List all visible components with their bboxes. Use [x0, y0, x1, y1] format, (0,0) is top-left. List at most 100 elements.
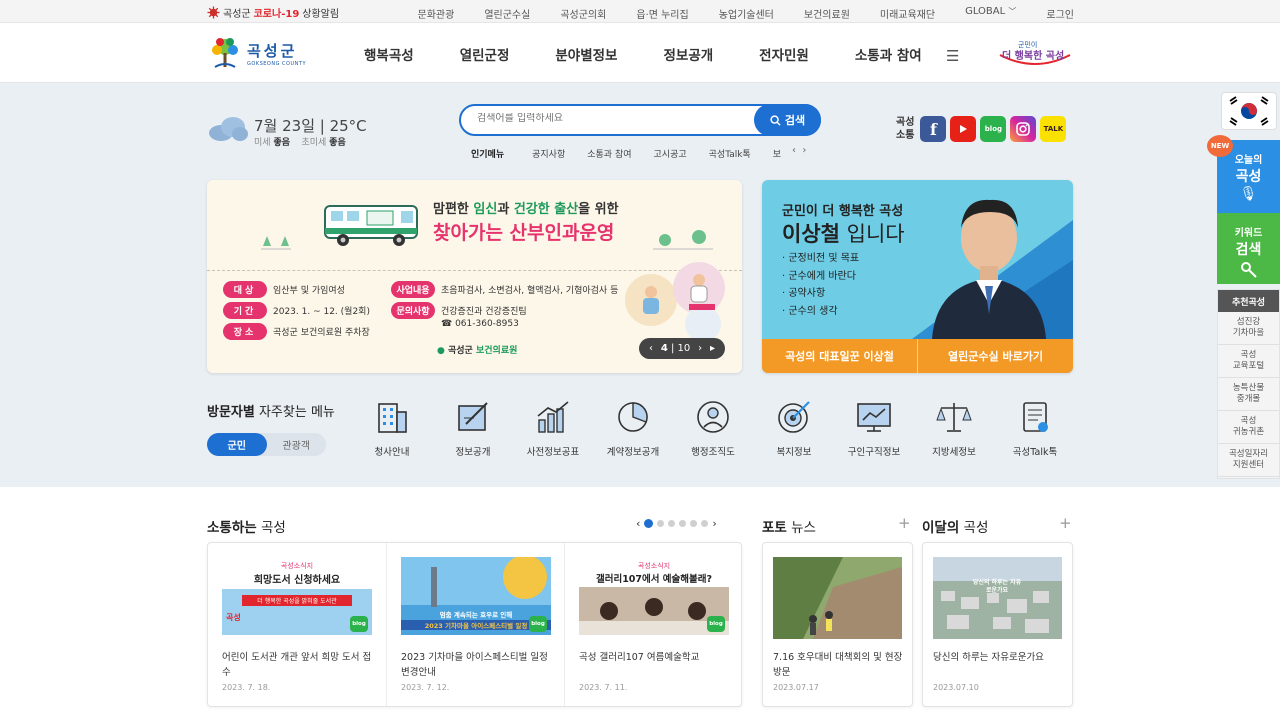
- kakaotalk-icon[interactable]: TALK: [1040, 116, 1067, 142]
- menu-local-tax[interactable]: 지방세정보: [914, 400, 994, 458]
- covid-notice-link[interactable]: 곡성군 코로나-19 상황알림: [207, 5, 339, 20]
- menu-info-open[interactable]: 정보공개: [433, 400, 513, 458]
- search-button[interactable]: 검색: [754, 104, 821, 136]
- menu-jobs[interactable]: 구인구직정보: [834, 400, 914, 458]
- toplink-global[interactable]: GLOBAL ﹀: [965, 6, 1016, 21]
- menu-pre-disclosure[interactable]: 사전정보공표: [513, 400, 593, 458]
- toggle-tourist[interactable]: 관광객: [267, 433, 327, 456]
- card-thumbnail: 곡성소식지 희망도서 신청하세요 더 행복한 곡성을 밝혀줄 도서관 곡성 bl…: [222, 557, 372, 635]
- month-thumbnail: 당신의 하루는 자유로운가요: [933, 557, 1062, 639]
- youtube-icon[interactable]: [950, 116, 977, 142]
- chevron-left-icon[interactable]: ‹: [792, 145, 796, 156]
- toplink-towns[interactable]: 읍·면 누리집: [636, 6, 688, 21]
- today-line2: 곡성: [1235, 169, 1262, 185]
- chevron-right-icon[interactable]: ›: [802, 145, 806, 156]
- chevron-right-icon[interactable]: ›: [712, 517, 716, 530]
- photo-news-card[interactable]: 7.16 호우대비 대책회의 및 현장 방문 2023.07.17: [762, 542, 913, 707]
- mayor-card: 군민이 더 행복한 곡성 이상철 입니다 · 군정비전 및 목표 · 군수에게 …: [762, 180, 1073, 373]
- dot[interactable]: [668, 520, 676, 527]
- recommended-item[interactable]: 곡성 교육포털: [1218, 345, 1279, 378]
- popular-item[interactable]: 보: [773, 147, 783, 160]
- popular-item[interactable]: 소통과 참여: [587, 147, 631, 160]
- toplink-mayor[interactable]: 열린군수실: [484, 6, 530, 21]
- menu-label: 지방세정보: [932, 447, 976, 458]
- next-icon[interactable]: ›: [698, 343, 702, 354]
- mayor-link[interactable]: · 군정비전 및 목표: [782, 250, 859, 268]
- dot[interactable]: [657, 520, 665, 527]
- row-label: 장소: [223, 323, 267, 340]
- toplink-edu[interactable]: 미래교육재단: [880, 6, 935, 21]
- news-card[interactable]: 곡성소식지 희망도서 신청하세요 더 행복한 곡성을 밝혀줄 도서관 곡성 bl…: [208, 543, 386, 708]
- search-input[interactable]: [477, 113, 747, 124]
- recommended-item[interactable]: 농특산물 중개몰: [1218, 378, 1279, 411]
- instagram-icon[interactable]: [1010, 116, 1037, 142]
- facebook-icon[interactable]: f: [920, 116, 947, 142]
- menu-office-guide[interactable]: 청사안내: [352, 400, 432, 458]
- mayor-profile-button[interactable]: 곡성의 대표일꾼 이상철: [762, 339, 918, 373]
- mayor-link[interactable]: · 공약사항: [782, 285, 859, 303]
- blog-icon[interactable]: blog: [980, 116, 1007, 142]
- tree-logo-icon: [212, 38, 238, 68]
- toplink-culture[interactable]: 문화관광: [418, 6, 455, 21]
- top-links: 문화관광 열린군수실 곡성군의회 읍·면 누리집 농업기술센터 보건의료원 미래…: [418, 6, 1074, 21]
- weather-date: 7월 23일: [254, 117, 315, 135]
- nav-comm[interactable]: 소통과 참여: [855, 44, 922, 64]
- dot[interactable]: [644, 519, 654, 528]
- dot[interactable]: [690, 520, 698, 527]
- menu-talk[interactable]: 곡성Talk톡: [995, 400, 1075, 458]
- news-card[interactable]: 멈춤 계속되는 호우로 인해 2023 기차마을 아이스페스티벌 일정 blog…: [386, 543, 564, 708]
- row-label: 대상: [223, 281, 267, 298]
- menu-welfare[interactable]: 복지정보: [754, 400, 834, 458]
- mayor-heading: 이상철 입니다: [782, 218, 905, 248]
- mayor-link[interactable]: · 군수의 생각: [782, 303, 859, 321]
- mayor-link[interactable]: · 군수에게 바란다: [782, 268, 859, 286]
- toplink-agri[interactable]: 농업기술센터: [719, 6, 774, 21]
- menu-label: 복지정보: [776, 447, 812, 458]
- kw-line2: 검색: [1235, 242, 1262, 258]
- play-icon[interactable]: ▸: [710, 343, 715, 354]
- thumb-big: 곡성: [226, 613, 241, 622]
- popular-item[interactable]: 공지사항: [532, 147, 565, 160]
- credit-a: 곡성군: [448, 346, 473, 356]
- banner-headline: 찾아가는 산부인과운영: [433, 222, 615, 244]
- toggle-resident[interactable]: 군민: [207, 433, 267, 456]
- mayor-office-button[interactable]: 열린군수실 바로가기: [918, 339, 1073, 373]
- nav-open-gov[interactable]: 열린군정: [460, 44, 510, 64]
- site-logo[interactable]: 곡성군 GOKSEONG COUNTY: [207, 35, 306, 71]
- popular-item[interactable]: 곡성Talk톡: [709, 147, 751, 160]
- month-card[interactable]: 당신의 하루는 자유로운가요 당신의 하루는 자유로운가요 2023.07.10: [922, 542, 1073, 707]
- tree-decoration: [261, 236, 291, 250]
- weather-temp: 25°C: [329, 117, 367, 135]
- recommended-item[interactable]: 곡성일자리 지원센터: [1218, 444, 1279, 477]
- prev-icon[interactable]: ‹: [649, 343, 653, 354]
- title-rest: 자주찾는 메뉴: [254, 405, 335, 420]
- toplink-council[interactable]: 곡성군의회: [560, 6, 606, 21]
- popular-item[interactable]: 고시공고: [654, 147, 687, 160]
- nav-fields[interactable]: 분야별정보: [555, 44, 617, 64]
- slogan-graphic: 군민이 더 행복한 곡성: [999, 40, 1071, 65]
- recommended-item[interactable]: 섬진강 기차마을: [1218, 312, 1279, 345]
- microphone-icon: 🎙: [1239, 186, 1258, 202]
- popular-label: 인기메뉴: [471, 150, 505, 160]
- nav-happy[interactable]: 행복곡성: [364, 44, 414, 64]
- search-icon: [770, 114, 781, 126]
- menu-icon[interactable]: ☰: [946, 47, 959, 65]
- nav-civil[interactable]: 전자민원: [759, 44, 809, 64]
- keyword-search-button[interactable]: 키워드 검색: [1217, 213, 1280, 284]
- menu-contract-info[interactable]: 계약정보공개: [593, 400, 673, 458]
- chevron-left-icon[interactable]: ‹: [636, 517, 640, 530]
- recommended-item[interactable]: 곡성 귀농귀촌: [1218, 411, 1279, 444]
- dot[interactable]: [701, 520, 709, 527]
- menu-org-chart[interactable]: 행정조직도: [673, 400, 753, 458]
- toplink-health[interactable]: 보건의료원: [804, 6, 850, 21]
- promo-banner[interactable]: 맘편한 임신과 건강한 출산을 위한 찾아가는 산부인과운영 대상 임산부 및 가…: [207, 180, 742, 373]
- national-flag[interactable]: [1221, 92, 1277, 130]
- building-icon: [378, 403, 407, 433]
- news-card[interactable]: 곡성소식지 갤러리107에서 예술해볼래? blog 곡성 갤러리107 여름예…: [564, 543, 742, 708]
- ultra-dust-label: 초미세: [301, 138, 327, 148]
- toplink-login[interactable]: 로그인: [1046, 6, 1074, 21]
- nav-info[interactable]: 정보공개: [663, 44, 713, 64]
- plus-icon[interactable]: +: [1059, 514, 1072, 532]
- dot[interactable]: [679, 520, 687, 527]
- plus-icon[interactable]: +: [898, 514, 911, 532]
